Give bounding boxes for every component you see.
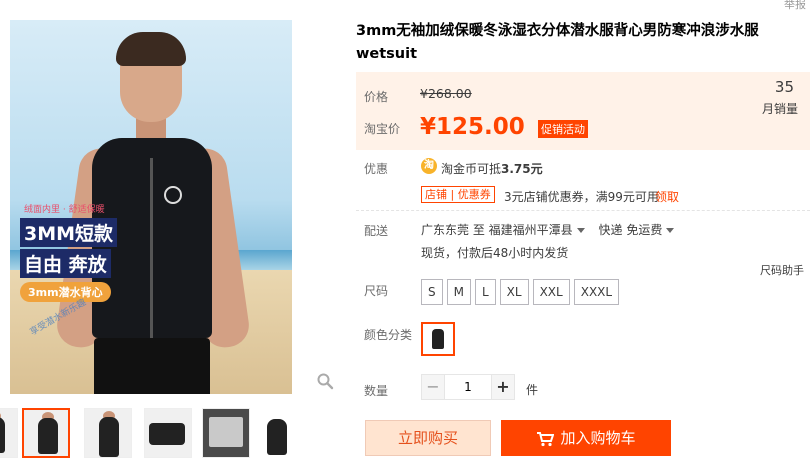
promo-activity-tag[interactable]: 促销活动	[538, 120, 588, 138]
main-product-image[interactable]: 绒面内里 · 舒适保暖 3MM短款 自由 奔放 3mm潜水背心 享受潜水新乐趣	[10, 20, 292, 394]
promo-pill: 3mm潜水背心	[20, 282, 111, 302]
thumb-figure	[267, 419, 287, 455]
add-to-cart-button[interactable]: 加入购物车	[501, 420, 671, 456]
vest-thumbnail	[432, 329, 444, 349]
buy-now-button[interactable]: 立即购买	[365, 420, 491, 456]
thumbnail[interactable]	[252, 408, 300, 458]
chevron-down-icon	[576, 228, 585, 233]
thumb-figure	[209, 417, 243, 447]
wetsuit-shorts	[94, 338, 210, 394]
chevron-down-icon	[666, 228, 675, 233]
size-helper-link[interactable]: 尺码助手	[760, 262, 804, 278]
coin-amount: 3.75元	[501, 162, 543, 176]
size-label: 尺码	[364, 284, 389, 298]
ship-method-value: 快递 免运费	[598, 223, 663, 237]
price-panel: 价格 ¥268.00 淘宝价 ¥125.00 促销活动 35 月销量	[356, 72, 810, 150]
coin-text-prefix: 淘金币可抵	[441, 162, 502, 176]
thumbnail[interactable]	[84, 408, 132, 458]
shipping-label: 配送	[364, 224, 389, 238]
shop-coupon-tag: 店铺 | 优惠券	[421, 186, 495, 203]
monthly-sales-count: 35	[774, 78, 794, 96]
size-option-xxxl[interactable]: XXXL	[573, 279, 620, 305]
vest-zipper	[150, 158, 153, 338]
cart-icon	[537, 431, 555, 446]
thumbnail[interactable]	[0, 408, 18, 458]
quantity-unit: 件	[526, 383, 539, 397]
promo-overlay: 绒面内里 · 舒适保暖 3MM短款 自由 奔放 3mm潜水背心	[20, 202, 128, 302]
size-option-s[interactable]: S	[421, 279, 443, 305]
quantity-label: 数量	[364, 384, 389, 398]
price-label: 价格	[364, 90, 389, 104]
quantity-increase-button[interactable]: +	[491, 374, 515, 400]
ship-to-value: 福建福州平潭县	[488, 223, 573, 237]
vest-logo	[164, 186, 182, 204]
monthly-sales-label: 月销量	[761, 102, 798, 116]
thumb-figure	[38, 418, 58, 454]
claim-coupon-link[interactable]: 领取	[655, 188, 679, 205]
size-option-l[interactable]: L	[474, 279, 496, 305]
divider	[356, 210, 810, 211]
thumb-figure	[99, 417, 119, 457]
size-option-xxl[interactable]: XXL	[532, 279, 570, 305]
thumbnail-strip	[0, 406, 300, 462]
shipping-note: 现货，付款后48小时内发货	[421, 246, 569, 260]
taobao-price-label: 淘宝价	[364, 122, 401, 136]
taobao-coin-icon: 淘	[421, 158, 437, 174]
ship-to-dropdown[interactable]: 福建福州平潭县	[489, 223, 595, 237]
promo-line: 绒面内里 · 舒适保暖	[24, 205, 105, 215]
discount-label: 优惠	[364, 162, 389, 176]
size-options: S M L XL XXL XXXL	[421, 279, 623, 305]
ship-from: 广东东莞 至	[421, 223, 485, 237]
coin-discount-text: 淘金币可抵3.75元	[441, 160, 543, 177]
quantity-stepper: − 1 +	[421, 374, 515, 400]
color-label: 颜色分类	[364, 328, 413, 342]
color-swatch-selected[interactable]	[421, 322, 455, 356]
thumb-figure	[149, 423, 185, 445]
ship-method-dropdown[interactable]: 快递 免运费	[599, 223, 685, 237]
thumbnail-selected[interactable]	[22, 408, 70, 458]
report-link[interactable]: 举报	[784, 0, 806, 12]
promo-headline: 自由 奔放	[20, 249, 111, 278]
size-option-xl[interactable]: XL	[499, 279, 529, 305]
promo-headline: 3MM短款	[20, 218, 118, 247]
original-price: ¥268.00	[420, 86, 472, 101]
quantity-decrease-button[interactable]: −	[421, 374, 445, 400]
product-title: 3mm无袖加绒保暖冬泳湿衣分体潜水服背心男防寒冲浪涉水服wetsuit	[356, 23, 759, 62]
size-option-m[interactable]: M	[446, 279, 471, 305]
thumb-figure	[0, 417, 5, 453]
thumbnail[interactable]	[144, 408, 192, 458]
model-hair	[116, 32, 186, 66]
current-price: ¥125.00	[420, 114, 525, 140]
quantity-input[interactable]: 1	[445, 374, 491, 400]
shipping-line: 广东东莞 至 福建福州平潭县 快递 免运费	[421, 221, 684, 238]
thumbnail[interactable]	[202, 408, 250, 458]
zoom-icon[interactable]	[316, 372, 334, 390]
add-to-cart-label: 加入购物车	[560, 429, 636, 447]
coupon-description: 3元店铺优惠券，满99元可用	[504, 190, 659, 204]
